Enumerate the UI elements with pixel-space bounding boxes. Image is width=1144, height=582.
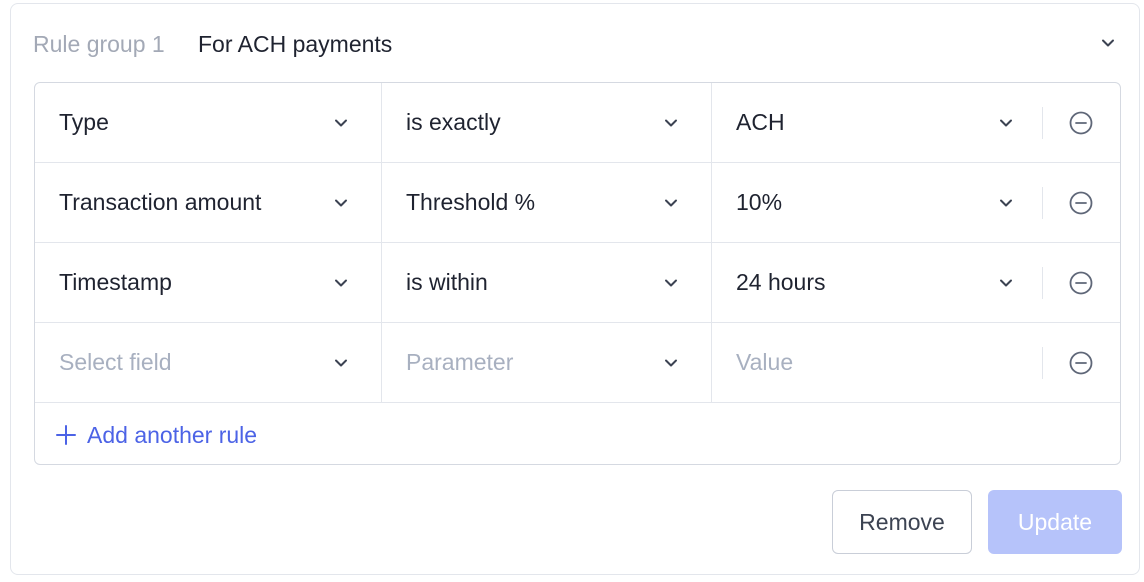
rule-group-card: Rule group 1 For ACH payments Type is ex… (10, 3, 1140, 575)
rule-group-label: Rule group 1 (33, 31, 165, 57)
field-select[interactable]: Select field (35, 323, 382, 402)
rule-row: Type is exactly ACH (35, 83, 1120, 163)
value-select[interactable]: 10% (712, 163, 1042, 242)
divider (1042, 187, 1043, 219)
field-select[interactable]: Type (35, 83, 382, 162)
minus-circle-icon[interactable] (1068, 190, 1094, 216)
value-select-value: 24 hours (736, 269, 826, 295)
chevron-down-icon (1102, 39, 1114, 47)
parameter-select-placeholder: Parameter (406, 349, 514, 375)
chevron-down-icon (1000, 119, 1012, 127)
divider (1042, 107, 1043, 139)
chevron-down-icon (335, 119, 347, 127)
parameter-select-value: Threshold % (406, 189, 536, 215)
divider (1042, 347, 1043, 379)
field-select-value: Transaction amount (59, 189, 262, 215)
chevron-down-icon (335, 199, 347, 207)
rule-row-empty: Select field Parameter Value (35, 323, 1120, 403)
chevron-down-icon (1000, 199, 1012, 207)
rule-group-title: For ACH payments (198, 31, 393, 57)
value-select-value: ACH (736, 109, 785, 135)
minus-circle-icon[interactable] (1068, 270, 1094, 296)
rule-row: Timestamp is within 24 hours (35, 243, 1120, 323)
field-select[interactable]: Timestamp (35, 243, 382, 322)
rule-row: Transaction amount Threshold % 10% (35, 163, 1120, 243)
field-select-value: Type (59, 109, 109, 135)
minus-circle-icon[interactable] (1068, 350, 1094, 376)
minus-circle-icon[interactable] (1068, 110, 1094, 136)
collapse-group-button[interactable] (1095, 30, 1121, 56)
value-select[interactable]: 24 hours (712, 243, 1042, 322)
value-select[interactable]: ACH (712, 83, 1042, 162)
parameter-select[interactable]: is within (382, 243, 712, 322)
remove-button[interactable]: Remove (832, 490, 972, 554)
parameter-select-value: is exactly (406, 109, 501, 135)
value-input-placeholder: Value (736, 349, 794, 375)
parameter-select[interactable]: Parameter (382, 323, 712, 402)
chevron-down-icon (335, 359, 347, 367)
parameter-select[interactable]: is exactly (382, 83, 712, 162)
parameter-select[interactable]: Threshold % (382, 163, 712, 242)
chevron-down-icon (665, 359, 677, 367)
divider (1042, 267, 1043, 299)
value-input[interactable]: Value (712, 323, 1042, 402)
rules-table: Type is exactly ACH Transaction amount T… (34, 82, 1121, 465)
chevron-down-icon (665, 279, 677, 287)
chevron-down-icon (1000, 279, 1012, 287)
add-rule-label: Add another rule (87, 421, 258, 448)
field-select[interactable]: Transaction amount (35, 163, 382, 242)
chevron-down-icon (335, 279, 347, 287)
chevron-down-icon (665, 199, 677, 207)
plus-icon (56, 425, 76, 445)
rule-group-header: Rule group 1 For ACH payments (11, 4, 1139, 82)
field-select-value: Timestamp (59, 269, 172, 295)
field-select-placeholder: Select field (59, 349, 172, 375)
value-select-value: 10% (736, 189, 783, 215)
update-button[interactable]: Update (988, 490, 1122, 554)
chevron-down-icon (665, 119, 677, 127)
parameter-select-value: is within (406, 269, 488, 295)
add-rule-button[interactable]: Add another rule (55, 419, 257, 451)
